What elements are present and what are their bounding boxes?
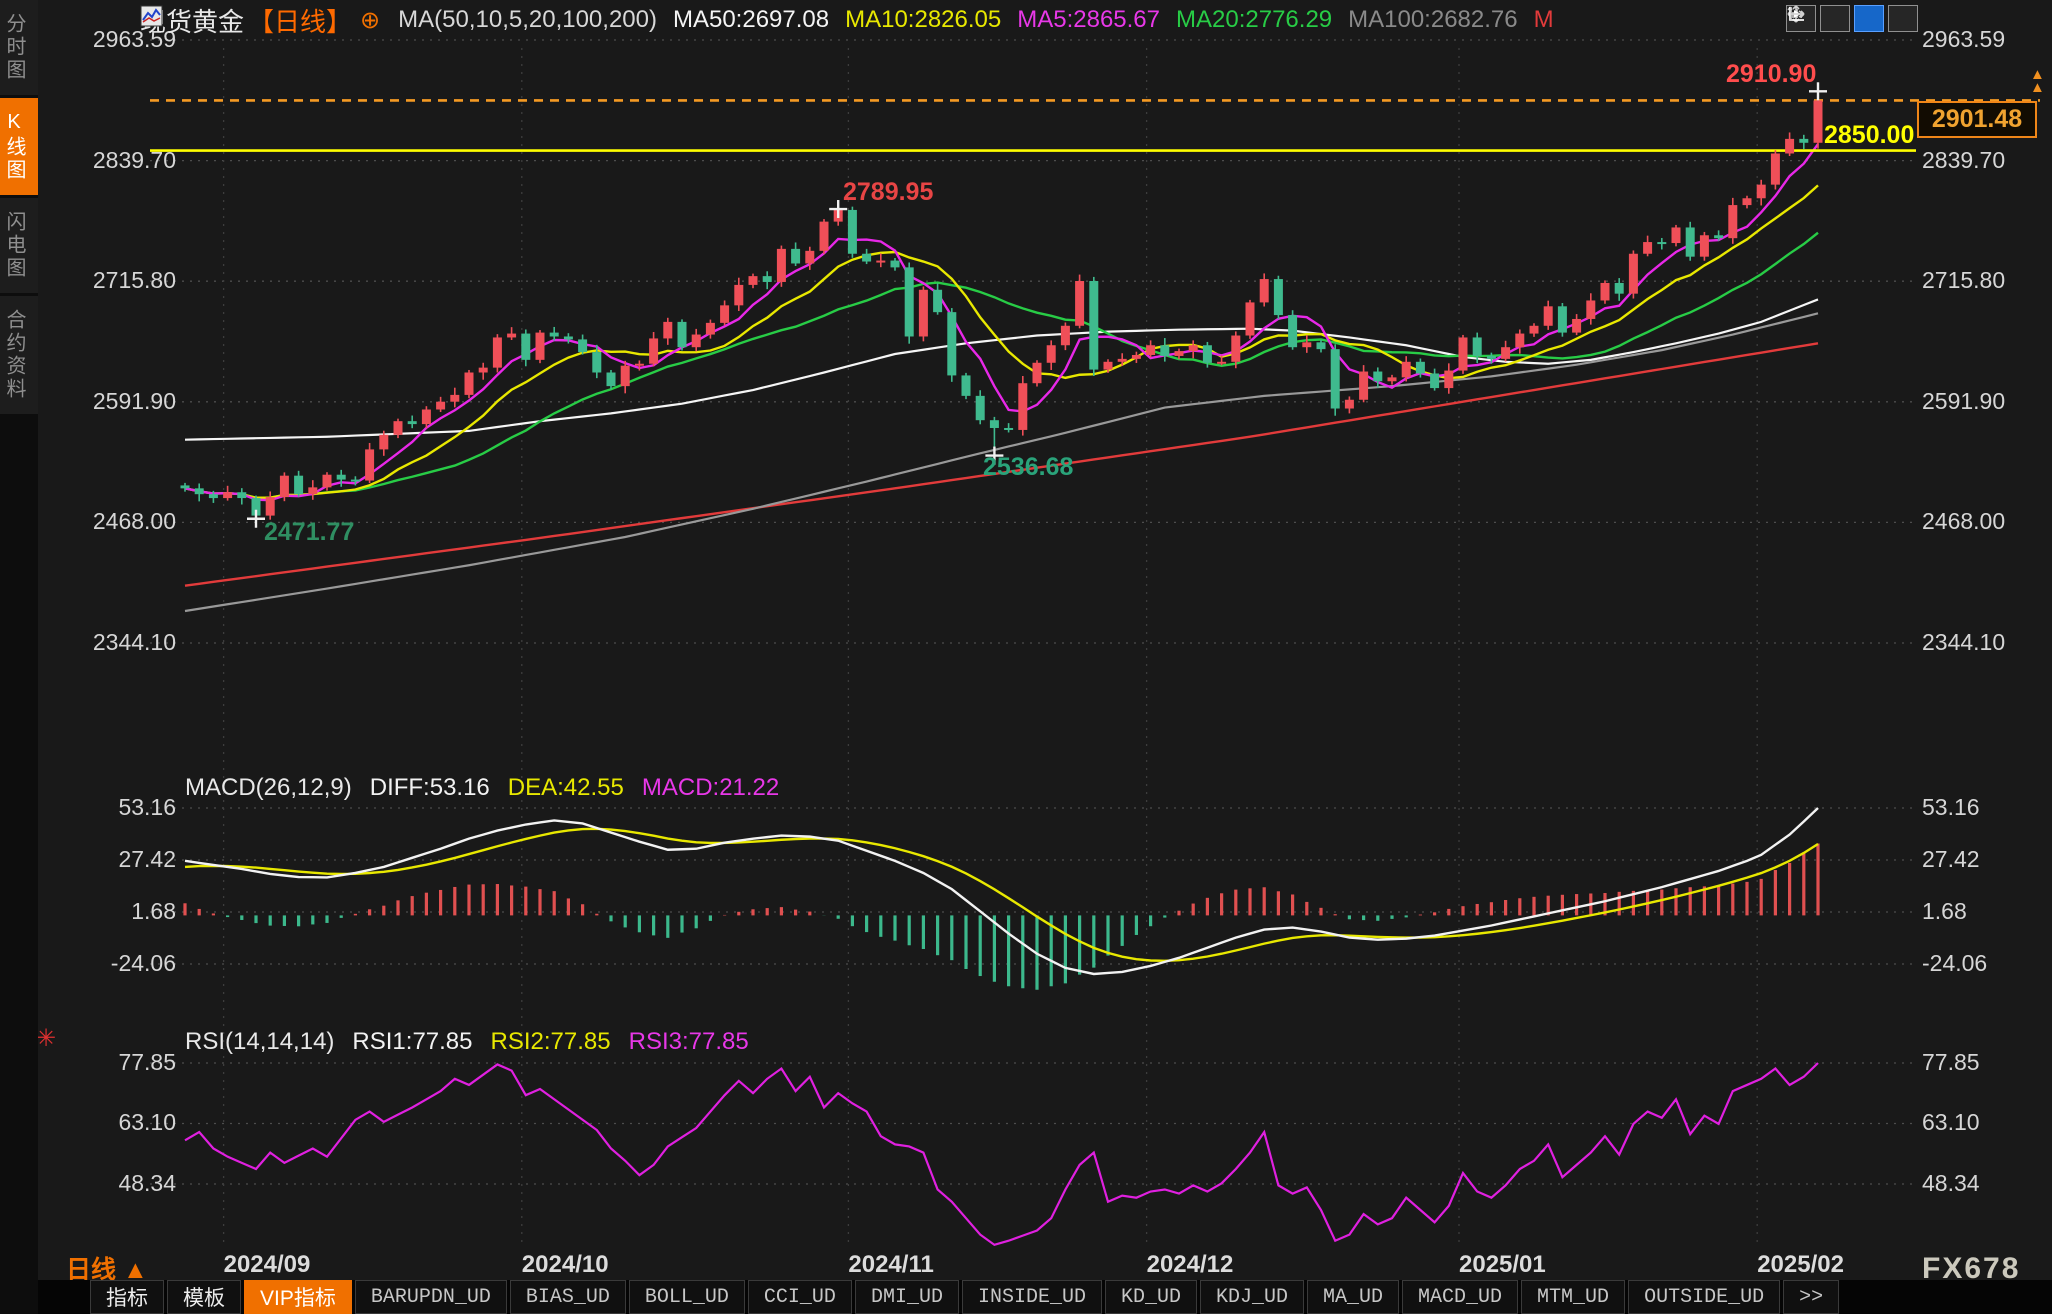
- date-label: 2025/01: [1459, 1251, 1546, 1279]
- toolbar-tab-指标[interactable]: 指标: [90, 1280, 164, 1314]
- axis-label-left: 2715.80: [58, 267, 176, 294]
- macd-dea-value: DEA:42.55: [508, 774, 624, 802]
- axis-label-left: 1.68: [58, 898, 176, 925]
- axis-label-right: 2591.90: [1922, 388, 2005, 415]
- sidebar-tab-合约资料[interactable]: 合约资料: [0, 296, 38, 414]
- ma-value-label: MA5:2865.67: [1017, 6, 1160, 33]
- axis-label-left: 48.34: [58, 1170, 176, 1197]
- rsi2-value: RSI2:77.85: [491, 1028, 611, 1056]
- rsi1-value: RSI1:77.85: [352, 1028, 472, 1056]
- ma-value-label: MA20:2776.29: [1176, 6, 1332, 33]
- auto-scroll-button[interactable]: [1854, 5, 1884, 32]
- early-low-annotation: 2471.77: [264, 518, 354, 547]
- alert-line-label: 2850.00: [1824, 121, 1914, 150]
- toolbar-tab-BIAS_UD[interactable]: BIAS_UD: [510, 1280, 626, 1314]
- date-label: 2025/02: [1757, 1251, 1844, 1279]
- ma-value-label: MA100:2682.76: [1348, 6, 1517, 33]
- trading-app-window: 分时图K线图闪电图合约资料 现货黄金 【日线】 ⊕ MA(50,10,5,20,…: [0, 0, 2052, 1314]
- toolbar-tab-KDJ_UD[interactable]: KDJ_UD: [1200, 1280, 1304, 1314]
- toolbar-tab-模板[interactable]: 模板: [167, 1280, 241, 1314]
- ma-value-label: M: [1534, 6, 1554, 33]
- toolbar-tab-CCI_UD[interactable]: CCI_UD: [748, 1280, 852, 1314]
- current-price-box: 2901.48: [1917, 101, 2037, 138]
- chart-canvas[interactable]: [0, 0, 2052, 1250]
- toolbar-tab-MTM_UD[interactable]: MTM_UD: [1521, 1280, 1625, 1314]
- axis-label-left: 63.10: [58, 1109, 176, 1136]
- chart-header: 现货黄金 【日线】 ⊕ MA(50,10,5,20,100,200) MA50:…: [140, 4, 1554, 36]
- ma-value-label: MA50:2697.08: [673, 6, 829, 33]
- toolbar-tab-MACD_UD[interactable]: MACD_UD: [1402, 1280, 1518, 1314]
- toolbar-tab-MA_UD[interactable]: MA_UD: [1307, 1280, 1399, 1314]
- axis-label-right: 48.34: [1922, 1170, 1980, 1197]
- toolbar-tab-DMI_UD[interactable]: DMI_UD: [855, 1280, 959, 1314]
- toolbar-tab-INSIDE_UD[interactable]: INSIDE_UD: [962, 1280, 1102, 1314]
- watermark: FX678: [1922, 1252, 2020, 1286]
- date-label: 2024/12: [1147, 1251, 1234, 1279]
- axis-scale-button[interactable]: [1820, 5, 1850, 32]
- axis-label-left: 2591.90: [58, 388, 176, 415]
- axis-label-right: -24.06: [1922, 950, 1987, 977]
- toolbar-tab-VIP指标[interactable]: VIP指标: [244, 1280, 352, 1314]
- rsi3-value: RSI3:77.85: [629, 1028, 749, 1056]
- axis-label-left: 2468.00: [58, 508, 176, 535]
- toolbar-tab-KD_UD[interactable]: KD_UD: [1105, 1280, 1197, 1314]
- macd-title: MACD(26,12,9): [185, 774, 352, 802]
- sidebar-tab-分时图[interactable]: 分时图: [0, 0, 38, 95]
- period-tag[interactable]: 【日线】: [248, 2, 352, 39]
- toolbar-tab-BARUPDN_UD[interactable]: BARUPDN_UD: [355, 1280, 507, 1314]
- peak-annotation: 2789.95: [843, 178, 933, 207]
- axis-label-right: 1.68: [1922, 898, 1967, 925]
- date-label: 2024/09: [224, 1251, 311, 1279]
- macd-header: MACD(26,12,9) DIFF:53.16 DEA:42.55 MACD:…: [185, 774, 779, 802]
- toolbar-tab-OUTSIDE_UD[interactable]: OUTSIDE_UD: [1628, 1280, 1780, 1314]
- axis-label-left: 27.42: [58, 846, 176, 873]
- high-annotation: 2910.90: [1726, 60, 1816, 89]
- sidebar-tab-闪电图[interactable]: 闪电图: [0, 198, 38, 293]
- axis-label-right: 2839.70: [1922, 147, 2005, 174]
- axis-label-left: 77.85: [58, 1049, 176, 1076]
- ma-value-label: MA10:2826.05: [845, 6, 1001, 33]
- date-axis-row: 日线 ▲ 2024/092024/102024/112024/122025/01…: [38, 1246, 2052, 1280]
- ma-values: MA50:2697.08 MA10:2826.05 MA5:2865.67 MA20:…: [657, 6, 1554, 34]
- shift-right-button[interactable]: [1888, 5, 1918, 32]
- chart-tool-buttons: [1786, 5, 1918, 32]
- axis-label-right: 77.85: [1922, 1049, 1980, 1076]
- axis-label-left: -24.06: [58, 950, 176, 977]
- scroll-to-latest-icon[interactable]: ▲▲: [2030, 68, 2045, 94]
- axis-label-right: 53.16: [1922, 794, 1980, 821]
- axis-label-left: 2344.10: [58, 629, 176, 656]
- axis-label-right: 2715.80: [1922, 267, 2005, 294]
- low-annotation: 2536.68: [983, 453, 1073, 482]
- left-sidebar: 分时图K线图闪电图合约资料: [0, 0, 38, 1314]
- axis-label-right: 2468.00: [1922, 508, 2005, 535]
- rsi-header: RSI(14,14,14) RSI1:77.85 RSI2:77.85 RSI3…: [185, 1028, 749, 1056]
- indicator-toolbar: 指标模板VIP指标BARUPDN_UDBIAS_UDBOLL_UDCCI_UDD…: [38, 1280, 2052, 1314]
- axis-label-right: 2344.10: [1922, 629, 2005, 656]
- axis-label-right: 27.42: [1922, 846, 1980, 873]
- macd-diff-value: DIFF:53.16: [370, 774, 490, 802]
- sidebar-tab-K线图[interactable]: K线图: [0, 98, 38, 195]
- axis-label-right: 63.10: [1922, 1109, 1980, 1136]
- macd-value: MACD:21.22: [642, 774, 779, 802]
- axis-label-left: 2839.70: [58, 147, 176, 174]
- alert-burst-icon[interactable]: ✳: [36, 1024, 56, 1053]
- add-indicator-icon[interactable]: ⊕: [360, 6, 380, 35]
- rsi-title: RSI(14,14,14): [185, 1028, 334, 1056]
- toolbar-tab->>[interactable]: >>: [1783, 1280, 1839, 1314]
- date-label: 2024/11: [848, 1251, 933, 1279]
- date-label: 2024/10: [522, 1251, 609, 1279]
- ma-set-label: MA(50,10,5,20,100,200): [398, 6, 657, 34]
- axis-label-left: 53.16: [58, 794, 176, 821]
- toolbar-tab-BOLL_UD[interactable]: BOLL_UD: [629, 1280, 745, 1314]
- axis-label-right: 2963.59: [1922, 26, 2005, 53]
